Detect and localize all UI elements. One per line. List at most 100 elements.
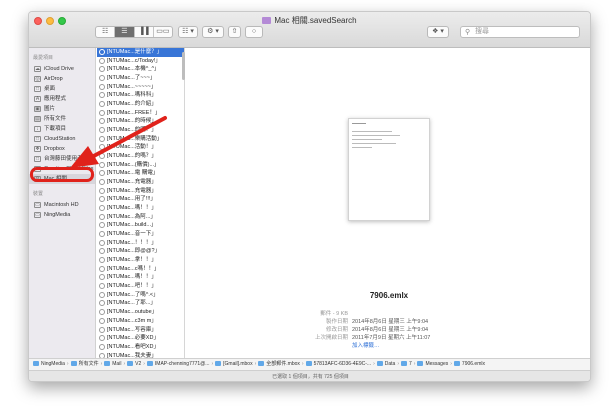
devices-header: 裝置 [33, 191, 44, 197]
path-segment[interactable]: 57813AFC-6D36-4E9C-... [305, 359, 371, 370]
path-segment-label: 全部郵件.mbox [266, 361, 300, 367]
list-item[interactable]: [NTUMac...活動！」 [97, 143, 184, 152]
path-segment[interactable]: 7 [401, 359, 412, 370]
list-item-label: [NTUMac...嗎！！」 [107, 274, 157, 281]
list-item[interactable]: [NTUMac...即@@?」 [97, 247, 184, 256]
path-segment[interactable]: V2 [127, 359, 141, 370]
sidebar-item[interactable]: ↓ 下載項目 [29, 124, 95, 134]
finder-window: Mac 相關.savedSearch ☷ ☰ ▐▐ ▭▭ ☷ ▾ ⚙ ▾ ⇧ ○… [28, 11, 591, 382]
list-item[interactable]: [NTUMac...充電器」 [97, 187, 184, 196]
list-item[interactable]: [NTUMac...是什麼？」 [97, 48, 184, 57]
sidebar-item[interactable]: □ 台灣藤田使用者 [29, 154, 95, 164]
path-segment-label: [Gmail].mbox [223, 361, 253, 367]
list-item[interactable]: [NTUMac...~~~~~」 [97, 83, 184, 92]
path-segment[interactable]: 7906.emlx [453, 359, 485, 370]
path-segment-label: Messages [425, 361, 449, 367]
list-item[interactable]: [NTUMac...嗎！！」 [97, 273, 184, 282]
sidebar-item-label: 圖片 [44, 106, 56, 112]
list-item[interactable]: [NTUMac...用了!!!」 [97, 195, 184, 204]
dropbox-button[interactable]: ❖ ▾ [427, 26, 449, 38]
path-segment[interactable]: 全部郵件.mbox [258, 359, 300, 370]
sidebar-item[interactable]: ▭ Macintosh HD [29, 200, 95, 210]
path-segment[interactable]: IMAP-chenning7771@... [146, 359, 210, 370]
list-item[interactable]: [NTUMac...c3m m」 [97, 317, 184, 326]
path-segment[interactable]: 所有文件 [70, 359, 99, 370]
mail-file-icon [99, 153, 105, 160]
list-item[interactable]: [NTUMac...的嗎？」 [97, 126, 184, 135]
sidebar-item[interactable]: ▤ 所有文件 [29, 114, 95, 124]
sidebar-item[interactable]: ❖ Dropbox [29, 144, 95, 154]
list-item[interactable]: [NTUMac...看吧XD」 [97, 343, 184, 352]
list-item[interactable]: [NTUMac...的嗎？」 [97, 152, 184, 161]
sidebar-item[interactable]: ▭ NingMedia [29, 210, 95, 220]
mail-file-icon [99, 205, 105, 212]
list-item[interactable]: [NTUMac...build...」 [97, 221, 184, 230]
list-item[interactable]: [NTUMac...的時候」 [97, 117, 184, 126]
path-segment-label: 7906.emlx [461, 361, 485, 367]
icon-view-button[interactable]: ☷ [96, 27, 116, 37]
action-button[interactable]: ⚙ ▾ [202, 26, 224, 38]
list-item[interactable]: [NTUMac...了嗎^.<」 [97, 291, 184, 300]
mail-file-icon [99, 109, 105, 116]
tag-button[interactable]: ○ [245, 26, 263, 38]
sidebar-item-icon: ▤ [34, 116, 41, 122]
sidebar-item[interactable]: ◎ AirDrop [29, 74, 95, 84]
sidebar-item[interactable]: □ 桌面 [29, 84, 95, 94]
search-field[interactable]: ⚲ 搜尋 [460, 26, 580, 38]
mail-file-icon [99, 326, 105, 333]
path-segment[interactable]: NingMedia [33, 359, 65, 370]
folder-icon [127, 361, 134, 366]
path-segment[interactable]: Messages [417, 359, 448, 370]
annotation-highlight-ring [30, 167, 94, 182]
path-segment[interactable]: Mail [104, 359, 121, 370]
path-segment[interactable]: [Gmail].mbox [215, 359, 253, 370]
arrange-button[interactable]: ☷ ▾ [178, 26, 198, 38]
list-item[interactable]: [NTUMac...本機^_^」 [97, 65, 184, 74]
list-item[interactable]: [NTUMac...嗎科科」 [97, 91, 184, 100]
list-item[interactable]: [NTUMac...為阿...」 [97, 213, 184, 222]
list-item[interactable]: [NTUMac...必要XD」 [97, 334, 184, 343]
sidebar-item[interactable]: □ CloudStation [29, 134, 95, 144]
list-item[interactable]: [NTUMac...音一下」 [97, 230, 184, 239]
view-mode-control[interactable]: ☷ ☰ ▐▐ ▭▭ [95, 26, 173, 38]
sidebar-item[interactable]: ☁ iCloud Drive [29, 64, 95, 74]
path-separator: › [397, 361, 399, 367]
cover-flow-button[interactable]: ▭▭ [154, 27, 172, 37]
folder-icon [305, 361, 312, 366]
list-view-button[interactable]: ☰ [115, 27, 135, 37]
mail-file-icon [99, 127, 105, 134]
file-info: 郵件 - 9 KB 製作日期 2014年8月6日 星期三 上午9:04 修改日期 2… [286, 310, 486, 350]
list-item[interactable]: [NTUMac...FREE！」 [97, 109, 184, 118]
list-item[interactable]: [NTUMac...吧！！」 [97, 282, 184, 291]
list-item[interactable]: [NTUMac...了~~~」 [97, 74, 184, 83]
list-item[interactable]: [NTUMac...拿！！」 [97, 256, 184, 265]
list-item[interactable]: [NTUMac...c/Today!」 [97, 57, 184, 66]
add-tags-link[interactable]: 加入標籤… [352, 343, 380, 349]
list-item[interactable]: [NTUMac...(購價)...」 [97, 161, 184, 170]
list-item[interactable]: [NTUMac...的介紹」 [97, 100, 184, 109]
sidebar-item[interactable]: ▣ 圖片 [29, 104, 95, 114]
info-row: 加入標籤… [286, 342, 486, 350]
list-item-label: [NTUMac...了嗎^.<」 [107, 291, 159, 298]
list-item[interactable]: [NTUMac...写容庫」 [97, 326, 184, 335]
list-item[interactable]: [NTUMac...電 購電」 [97, 169, 184, 178]
list-item-label: [NTUMac...c3m m」 [107, 317, 157, 324]
list-item[interactable]: [NTUMac...！！！」 [97, 239, 184, 248]
list-item[interactable]: [NTUMac...充電器」 [97, 178, 184, 187]
share-button[interactable]: ⇧ [228, 26, 241, 38]
list-item[interactable]: [NTUMac...嗎！！」 [97, 204, 184, 213]
sidebar-item-icon: A [34, 96, 41, 102]
list-item-label: [NTUMac...嗎！！」 [107, 205, 157, 212]
sidebar-item-label: CloudStation [44, 136, 76, 142]
search-icon: ⚲ [465, 29, 471, 36]
path-segment[interactable]: Data [376, 359, 395, 370]
list-item[interactable]: [NTUMac...樂購活動」 [97, 135, 184, 144]
column-view-button[interactable]: ▐▐ [135, 27, 154, 37]
path-segment-label: IMAP-chenning7771@... [154, 361, 210, 367]
list-item[interactable]: [NTUMac...outube」 [97, 308, 184, 317]
list-item[interactable]: [NTUMac...c嗎！！」 [97, 265, 184, 274]
file-list-scrollbar[interactable] [182, 52, 185, 80]
sidebar-item[interactable]: A 應用程式 [29, 94, 95, 104]
sidebar-item-icon: ❖ [34, 146, 41, 152]
list-item[interactable]: [NTUMac...了耶...」 [97, 299, 184, 308]
